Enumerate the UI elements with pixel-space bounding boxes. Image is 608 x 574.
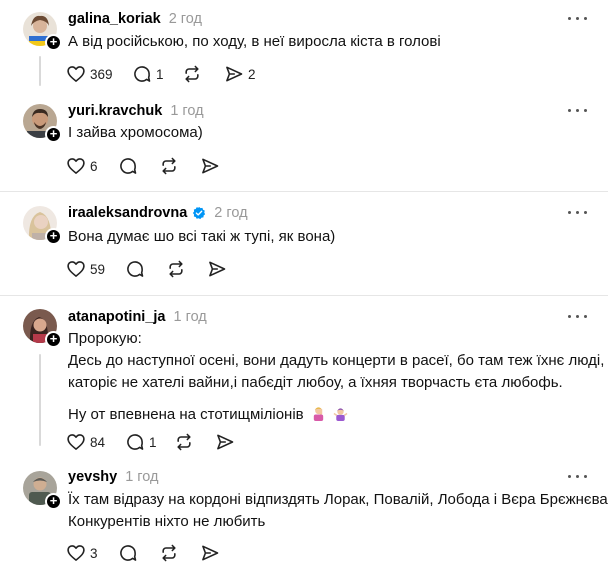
username[interactable]: yuri.kravchuk <box>68 103 162 119</box>
woman-facepalm-emoji-icon <box>313 407 323 421</box>
repost-button[interactable] <box>166 259 186 279</box>
post-text-line: Їх там відразу на кордоні відпиздять Лор… <box>68 491 608 508</box>
post-text-line-content: Ну от впевнена на стотищміліонів <box>68 406 304 423</box>
thread-line <box>39 56 41 86</box>
like-button[interactable]: 6 <box>66 156 98 176</box>
comment-icon <box>127 261 144 277</box>
repost-icon <box>185 65 199 83</box>
timestamp[interactable]: 2 год <box>169 11 202 27</box>
share-icon <box>202 158 219 174</box>
comment-icon <box>120 545 137 561</box>
heart-icon <box>67 545 85 561</box>
post-text-line: А від російською, по ходу, в неї виросла… <box>68 33 441 50</box>
comment-icon <box>120 158 137 174</box>
avatar[interactable]: + <box>23 12 62 51</box>
like-button[interactable]: 3 <box>66 543 98 563</box>
woman-gesturing-emoji-icon <box>333 408 348 421</box>
heart-icon <box>67 434 85 450</box>
like-count: 369 <box>90 66 113 82</box>
post-text-line: Десь до наступної осені, вони дадуть кон… <box>68 352 605 369</box>
share-button[interactable] <box>200 543 220 563</box>
follow-plus-icon[interactable]: + <box>45 34 62 51</box>
repost-button[interactable] <box>182 64 202 84</box>
repost-button[interactable] <box>174 432 194 452</box>
post-text: Пророкую: Десь до наступної осені, вони … <box>68 328 604 426</box>
timestamp[interactable]: 2 год <box>214 205 247 221</box>
post-text: А від російською, по ходу, в неї виросла… <box>68 31 441 53</box>
repost-icon <box>162 544 176 562</box>
comment-button[interactable] <box>125 259 145 279</box>
post-text-line: Вона думає шо всі такі ж тупі, як вона) <box>68 228 336 245</box>
avatar[interactable]: + <box>23 471 62 510</box>
share-button[interactable]: 2 <box>224 64 256 84</box>
post-text: І зайва хромосома) <box>68 122 203 144</box>
share-button[interactable] <box>200 156 220 176</box>
username[interactable]: iraaleksandrovna <box>68 205 187 221</box>
comment-icon <box>127 434 144 450</box>
post-text: Їх там відразу на кордоні відпиздять Лор… <box>68 489 608 533</box>
comment-button[interactable] <box>118 543 138 563</box>
share-button[interactable] <box>207 259 227 279</box>
repost-icon <box>169 260 183 278</box>
like-button[interactable]: 369 <box>66 64 113 84</box>
follow-plus-icon[interactable]: + <box>45 228 62 245</box>
comment-count: 1 <box>156 66 164 82</box>
post-galina-koriak: + galina_koriak 2 год А від російською, … <box>0 0 608 98</box>
follow-plus-icon[interactable]: + <box>45 331 62 348</box>
repost-button[interactable] <box>159 543 179 563</box>
more-icon[interactable] <box>568 17 588 23</box>
like-button[interactable]: 59 <box>66 259 105 279</box>
avatar[interactable]: + <box>23 104 62 143</box>
username[interactable]: galina_koriak <box>68 11 161 27</box>
repost-button[interactable] <box>159 156 179 176</box>
share-icon <box>209 261 226 277</box>
like-count: 6 <box>90 158 98 174</box>
more-icon[interactable] <box>568 109 588 115</box>
like-count: 3 <box>90 545 98 561</box>
share-icon <box>202 545 219 561</box>
comment-button[interactable] <box>118 156 138 176</box>
post-text-line: Конкурентів ніхто не любить <box>68 513 266 530</box>
heart-icon <box>67 261 85 277</box>
avatar[interactable]: + <box>23 309 62 348</box>
share-button[interactable] <box>215 432 235 452</box>
like-count: 59 <box>90 261 106 277</box>
comment-button[interactable]: 1 <box>132 64 164 84</box>
post-text-line: І зайва хромосома) <box>68 124 203 141</box>
repost-icon <box>162 157 176 175</box>
timestamp[interactable]: 1 год <box>174 309 207 325</box>
post-iraaleksandrovna: + iraaleksandrovna 2 год Вона думає шо в… <box>0 192 608 296</box>
follow-plus-icon[interactable]: + <box>45 126 62 143</box>
comment-count: 1 <box>149 434 157 450</box>
post-text-line: каторіє не хателі вайни,і пабєдіт любоу,… <box>68 374 563 391</box>
post-text-line: Ну от впевнена на стотищміліонів <box>68 404 604 426</box>
thread-line <box>39 354 41 446</box>
post-atanapotini-ja: + atanapotini_ja 1 год Пророкую: Десь до… <box>0 296 608 460</box>
share-icon <box>217 434 234 450</box>
username[interactable]: yevshy <box>68 469 117 485</box>
share-icon <box>226 66 243 82</box>
timestamp[interactable]: 1 год <box>170 103 203 119</box>
comment-icon <box>134 66 151 82</box>
username[interactable]: atanapotini_ja <box>68 309 166 325</box>
post-yevshy: + yevshy 1 год Їх там відразу на кордоні… <box>0 460 608 574</box>
repost-icon <box>177 433 191 451</box>
post-text-line: Пророкую: <box>68 330 142 347</box>
comment-button[interactable]: 1 <box>125 432 157 452</box>
post-text: Вона думає шо всі такі ж тупі, як вона) <box>68 226 335 248</box>
timestamp[interactable]: 1 год <box>125 469 158 485</box>
like-button[interactable]: 84 <box>66 432 105 452</box>
avatar[interactable]: + <box>23 206 62 245</box>
verified-badge-icon <box>193 206 206 220</box>
more-icon[interactable] <box>568 475 588 481</box>
more-icon[interactable] <box>568 211 588 217</box>
post-yuri-kravchuk: + yuri.kravchuk 1 год І зайва хромосома)… <box>0 98 608 190</box>
heart-icon <box>67 66 85 82</box>
more-icon[interactable] <box>568 315 588 321</box>
heart-icon <box>67 158 85 174</box>
follow-plus-icon[interactable]: + <box>45 493 62 510</box>
share-count: 2 <box>248 66 256 82</box>
like-count: 84 <box>90 434 106 450</box>
